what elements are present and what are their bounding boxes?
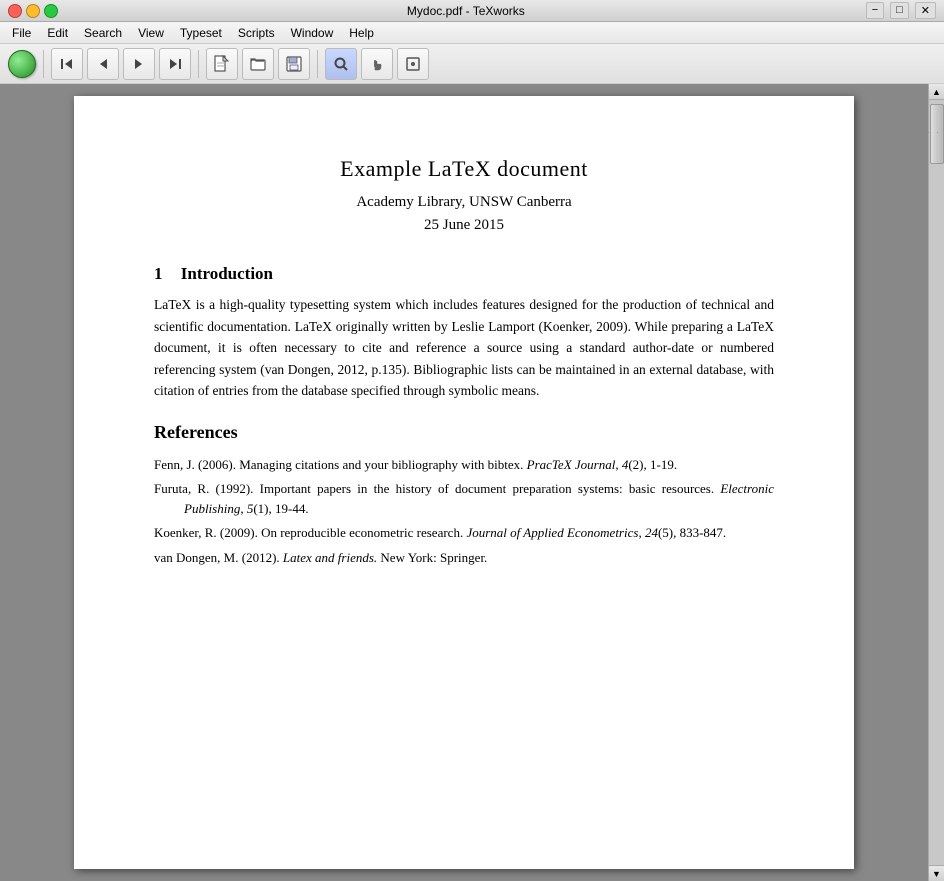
section-1-heading: 1 Introduction bbox=[154, 264, 774, 284]
prev-page-icon bbox=[96, 57, 110, 71]
prev-page-button[interactable] bbox=[87, 48, 119, 80]
menu-search[interactable]: Search bbox=[76, 24, 130, 42]
menu-edit[interactable]: Edit bbox=[39, 24, 76, 42]
ref-entry-2: Furuta, R. (1992). Important papers in t… bbox=[154, 479, 774, 519]
separator-3 bbox=[317, 50, 318, 78]
menu-view[interactable]: View bbox=[130, 24, 172, 42]
win-restore-button[interactable]: □ bbox=[890, 2, 909, 19]
first-page-button[interactable] bbox=[51, 48, 83, 80]
win-minimize-button[interactable]: − bbox=[866, 2, 884, 19]
menu-window[interactable]: Window bbox=[283, 24, 342, 42]
menu-typeset[interactable]: Typeset bbox=[172, 24, 230, 42]
titlebar-title: Mydoc.pdf - TeXworks bbox=[66, 4, 866, 18]
scroll-thumb[interactable] bbox=[930, 104, 944, 164]
find-button[interactable] bbox=[325, 48, 357, 80]
separator-1 bbox=[43, 50, 44, 78]
typeset-button[interactable] bbox=[8, 50, 36, 78]
section-1-body: LaTeX is a high-quality typesetting syst… bbox=[154, 294, 774, 402]
document-date: 25 June 2015 bbox=[154, 217, 774, 234]
save-doc-icon bbox=[286, 56, 302, 72]
first-page-icon bbox=[60, 57, 74, 71]
section-1-number: 1 bbox=[154, 264, 163, 283]
titlebar-controls bbox=[8, 4, 58, 18]
last-page-button[interactable] bbox=[159, 48, 191, 80]
last-page-icon bbox=[168, 57, 182, 71]
scroll-down-button[interactable]: ▼ bbox=[929, 865, 944, 881]
search-icon bbox=[333, 56, 349, 72]
section-1-title: Introduction bbox=[181, 264, 273, 283]
sync-button[interactable] bbox=[397, 48, 429, 80]
document-title: Example LaTeX document bbox=[154, 156, 774, 182]
pdf-page: Example LaTeX document Academy Library, … bbox=[74, 96, 854, 869]
scroll-track[interactable] bbox=[930, 100, 944, 865]
next-page-button[interactable] bbox=[123, 48, 155, 80]
scrollbar: ▲ ▼ bbox=[928, 84, 944, 881]
toolbar bbox=[0, 44, 944, 84]
new-doc-button[interactable] bbox=[206, 48, 238, 80]
win-close-button[interactable]: ✕ bbox=[915, 2, 936, 19]
separator-2 bbox=[198, 50, 199, 78]
maximize-button[interactable] bbox=[44, 4, 58, 18]
menu-scripts[interactable]: Scripts bbox=[230, 24, 283, 42]
ref-entry-1: Fenn, J. (2006). Managing citations and … bbox=[154, 455, 774, 475]
next-page-icon bbox=[132, 57, 146, 71]
ref-entry-3: Koenker, R. (2009). On reproducible econ… bbox=[154, 523, 774, 543]
pdf-area[interactable]: Example LaTeX document Academy Library, … bbox=[0, 84, 928, 881]
menu-help[interactable]: Help bbox=[341, 24, 382, 42]
references-heading: References bbox=[154, 422, 774, 443]
close-button[interactable] bbox=[8, 4, 22, 18]
document-author: Academy Library, UNSW Canberra bbox=[154, 194, 774, 211]
scroll-up-button[interactable]: ▲ bbox=[929, 84, 944, 100]
titlebar: Mydoc.pdf - TeXworks − □ ✕ bbox=[0, 0, 944, 22]
hand-tool-button[interactable] bbox=[361, 48, 393, 80]
menu-file[interactable]: File bbox=[4, 24, 39, 42]
ref-entry-4: van Dongen, M. (2012). Latex and friends… bbox=[154, 548, 774, 568]
open-doc-button[interactable] bbox=[242, 48, 274, 80]
save-doc-button[interactable] bbox=[278, 48, 310, 80]
minimize-button[interactable] bbox=[26, 4, 40, 18]
main-area: Example LaTeX document Academy Library, … bbox=[0, 84, 944, 881]
hand-icon bbox=[369, 56, 385, 72]
sync-icon bbox=[405, 56, 421, 72]
open-doc-icon bbox=[250, 56, 266, 72]
menubar: File Edit Search View Typeset Scripts Wi… bbox=[0, 22, 944, 44]
new-doc-icon bbox=[214, 55, 230, 73]
